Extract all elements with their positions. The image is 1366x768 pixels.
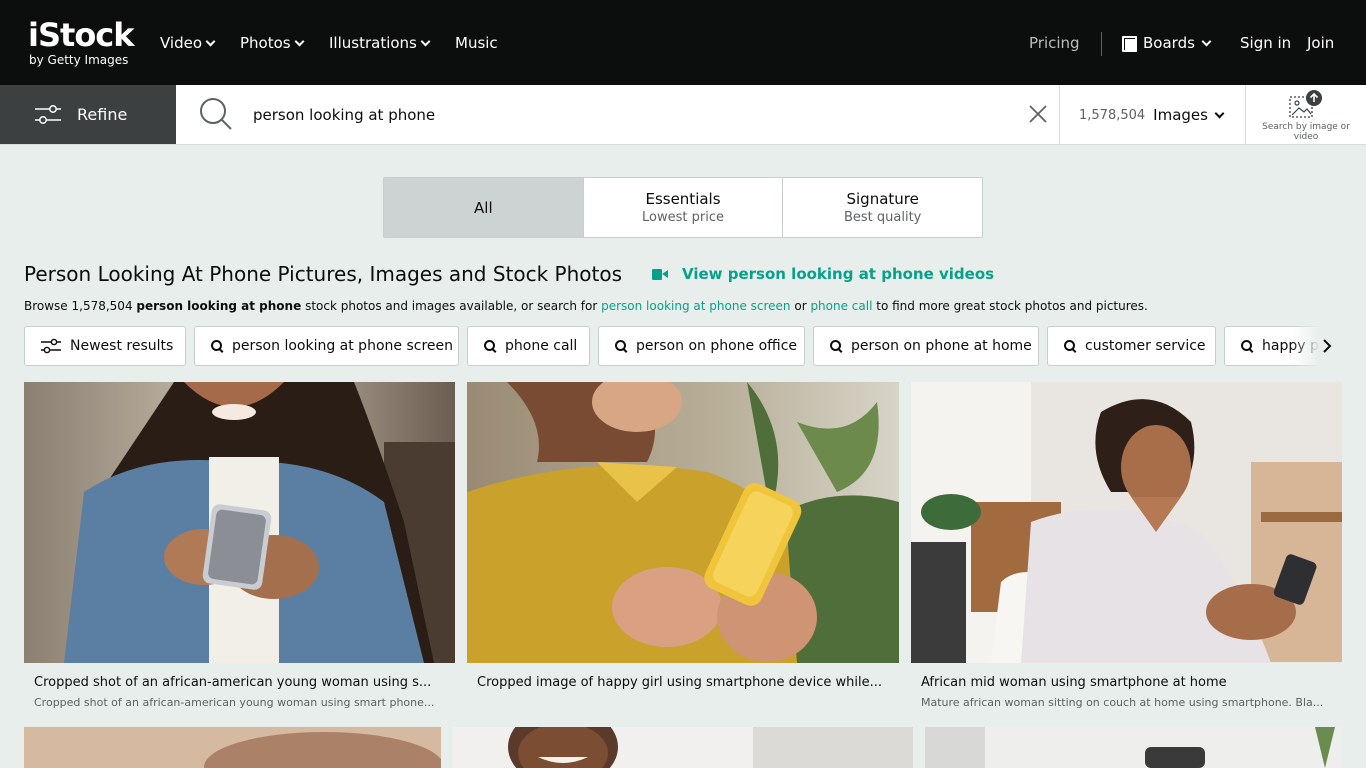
- result-card[interactable]: African mid woman using smartphone at ho…: [911, 382, 1342, 716]
- nav-music-label: Music: [455, 34, 498, 52]
- chevron-down-icon: [1201, 36, 1212, 46]
- tab-essentials-subtitle: Lowest price: [642, 210, 724, 225]
- visual-search-label: Search by image or video: [1262, 122, 1350, 142]
- search-bar: Refine 1,578,504 Images Search by image …: [0, 85, 1366, 145]
- result-count: 1,578,504: [1079, 107, 1146, 123]
- sliders-icon: [41, 338, 61, 354]
- result-image[interactable]: [467, 382, 899, 663]
- search-input[interactable]: [253, 103, 1013, 127]
- image-upload-icon: [1289, 90, 1322, 118]
- view-videos-label: View person looking at phone videos: [682, 265, 995, 283]
- search-icon: [211, 340, 223, 352]
- search-icon[interactable]: [199, 97, 233, 131]
- nav-photos[interactable]: Photos: [240, 34, 305, 52]
- search-divider: [1059, 85, 1060, 144]
- chip-related-search[interactable]: person looking at phone screen: [194, 326, 459, 366]
- result-image[interactable]: [453, 727, 913, 768]
- chips-fade: [1292, 326, 1342, 366]
- tab-signature-subtitle: Best quality: [843, 210, 922, 225]
- tab-all[interactable]: All: [384, 178, 584, 237]
- istock-logo[interactable]: iStock by Getty Images: [28, 18, 138, 70]
- pricing-link[interactable]: Pricing: [1029, 34, 1080, 52]
- search-icon: [484, 340, 496, 352]
- chip-label: phone call: [505, 338, 578, 354]
- result-caption: Cropped image of happy girl using smartp…: [477, 675, 882, 690]
- chip-label: person on phone at home: [851, 338, 1032, 354]
- sign-in-link[interactable]: Sign in: [1240, 34, 1291, 52]
- nav-photos-label: Photos: [240, 34, 291, 52]
- chip-related-search[interactable]: person on phone at home: [813, 326, 1039, 366]
- chevron-right-icon[interactable]: [1321, 338, 1333, 354]
- video-camera-icon: [652, 268, 668, 280]
- result-description: Mature african woman sitting on couch at…: [921, 696, 1324, 709]
- join-link[interactable]: Join: [1307, 34, 1334, 52]
- tab-essentials-title: Essentials: [645, 190, 721, 208]
- result-image[interactable]: [24, 727, 441, 768]
- result-image[interactable]: [24, 382, 455, 663]
- result-card[interactable]: Cropped shot of an african-american youn…: [24, 382, 455, 716]
- search-divider: [1245, 85, 1246, 144]
- related-search-link[interactable]: phone call: [810, 299, 872, 313]
- chevron-down-icon: [205, 36, 216, 46]
- search-icon: [1241, 340, 1253, 352]
- result-caption: Cropped shot of an african-american youn…: [34, 675, 432, 690]
- tab-essentials[interactable]: Essentials Lowest price: [584, 178, 784, 237]
- chip-label: customer service: [1085, 338, 1206, 354]
- nav-illustrations-label: Illustrations: [329, 34, 417, 52]
- nav-music[interactable]: Music: [455, 34, 498, 52]
- chevron-down-icon: [1214, 108, 1225, 118]
- visual-search-button[interactable]: Search by image or video: [1262, 89, 1350, 142]
- browse-middle: stock photos and images available, or se…: [301, 299, 602, 313]
- result-image[interactable]: [911, 382, 1342, 663]
- media-type-selector[interactable]: 1,578,504 Images: [1079, 106, 1225, 124]
- browse-or: or: [790, 299, 811, 313]
- boards-label: Boards: [1143, 34, 1195, 52]
- close-icon[interactable]: [1028, 104, 1048, 124]
- chip-related-search[interactable]: person on phone office: [598, 326, 805, 366]
- chip-label: person looking at phone screen: [232, 338, 453, 354]
- view-videos-link[interactable]: View person looking at phone videos: [652, 265, 994, 283]
- result-caption: African mid woman using smartphone at ho…: [921, 675, 1227, 690]
- logo-tagline: by Getty Images: [29, 53, 129, 67]
- tab-signature-title: Signature: [846, 190, 919, 208]
- result-image[interactable]: [925, 727, 1342, 768]
- logo-wordmark: iStock: [28, 16, 135, 54]
- refine-button[interactable]: Refine: [0, 85, 176, 144]
- tab-all-title: All: [474, 198, 493, 217]
- nav-video[interactable]: Video: [160, 34, 216, 52]
- result-card[interactable]: Cropped image of happy girl using smartp…: [467, 382, 899, 716]
- search-icon: [615, 340, 627, 352]
- chevron-down-icon: [420, 36, 431, 46]
- browse-suffix: to find more great stock photos and pict…: [872, 299, 1148, 313]
- chip-label: Newest results: [70, 338, 174, 354]
- search-icon: [830, 340, 842, 352]
- boards-menu[interactable]: Boards: [1122, 34, 1212, 52]
- chip-label: person on phone office: [636, 338, 797, 354]
- license-filter-tabs: All Essentials Lowest price Signature Be…: [383, 177, 983, 238]
- top-navigation: iStock by Getty Images Video Photos Illu…: [0, 0, 1366, 85]
- refine-label: Refine: [77, 105, 128, 124]
- chevron-down-icon: [294, 36, 305, 46]
- browse-term: person looking at phone: [136, 299, 302, 313]
- nav-video-label: Video: [160, 34, 203, 52]
- page-title: Person Looking At Phone Pictures, Images…: [24, 262, 623, 286]
- chip-related-search[interactable]: customer service: [1047, 326, 1216, 366]
- browse-summary: Browse 1,578,504 person looking at phone…: [24, 299, 1148, 313]
- browse-prefix: Browse 1,578,504: [24, 299, 137, 313]
- boards-icon: [1122, 36, 1137, 52]
- related-searches: Newest results person looking at phone s…: [24, 326, 1342, 366]
- chip-newest-results[interactable]: Newest results: [24, 326, 186, 366]
- tab-signature[interactable]: Signature Best quality: [783, 178, 982, 237]
- search-icon: [1064, 340, 1076, 352]
- related-search-link[interactable]: person looking at phone screen: [601, 299, 790, 313]
- media-type-label: Images: [1153, 106, 1208, 124]
- chip-related-search[interactable]: phone call: [467, 326, 590, 366]
- sliders-icon: [35, 104, 61, 124]
- nav-divider: [1101, 32, 1102, 56]
- result-description: Cropped shot of an african-american youn…: [34, 696, 435, 709]
- nav-illustrations[interactable]: Illustrations: [329, 34, 431, 52]
